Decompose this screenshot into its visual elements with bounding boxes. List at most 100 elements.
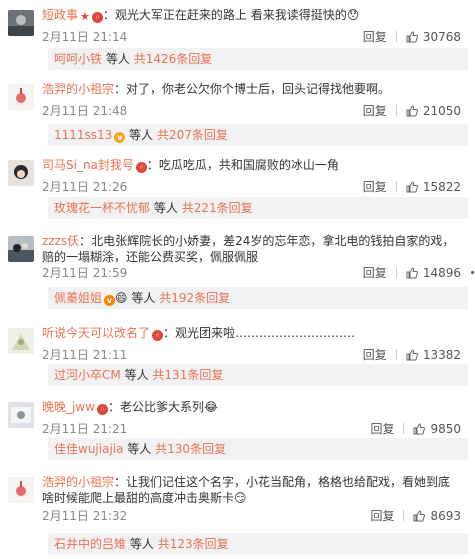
divider — [395, 105, 397, 116]
comment-username[interactable]: 司马Si_na封我号 — [42, 158, 134, 172]
avatar[interactable] — [8, 236, 34, 262]
comment-text: ：观光团来啦………………………… — [163, 326, 356, 340]
emoji-icon: 😄 — [115, 291, 128, 305]
like-button[interactable]: 13382 — [406, 348, 461, 362]
reply-button[interactable]: 回复 — [370, 509, 394, 523]
sub-reply-summary[interactable]: 1111ss13 v 等人 共207条回复 — [48, 124, 468, 146]
like-count: 15822 — [422, 180, 461, 194]
reply-total-link[interactable]: 共131条回复 — [152, 368, 223, 382]
like-button[interactable]: 8693 — [413, 509, 461, 523]
reply-button[interactable]: 回复 — [363, 30, 387, 44]
sub-reply-summary[interactable]: 过河小卒CM 等人 共131条回复 — [48, 364, 468, 386]
reply-etc-label: 等人 — [129, 537, 154, 551]
comment-item: 听说今天可以改名了 ◦ ：观光团来啦………………………… 2月11日 21:11 回… — [0, 318, 475, 390]
like-button[interactable]: 9850 — [413, 422, 461, 436]
comment-date: 2月11日 21:11 — [42, 348, 128, 362]
comment-item: 短政事 ★ ◦ ：观光大军正在赶来的路上 看来我读得挺快的😯 2月11日 21:14 … — [0, 0, 475, 72]
comment-text-continued: 啥时候能爬上最甜的高度冲击奥斯卡 — [42, 491, 235, 505]
avatar[interactable] — [8, 402, 34, 428]
avatar[interactable] — [8, 10, 34, 36]
comment-text: ：老公比爹大系列 — [107, 400, 204, 414]
avatar[interactable] — [8, 160, 34, 186]
reply-username[interactable]: 玫瑰花一杯不忧郁 — [54, 201, 150, 215]
thumbs-up-icon — [406, 267, 418, 279]
reply-total-link[interactable]: 共221条回复 — [182, 201, 253, 215]
reply-etc-label: 等人 — [127, 442, 152, 456]
avatar[interactable] — [8, 328, 34, 354]
reply-username[interactable]: 1111ss13 — [54, 128, 112, 142]
reply-total-link[interactable]: 共123条回复 — [158, 537, 229, 551]
like-button[interactable]: 30768 — [406, 30, 461, 44]
reply-button[interactable]: 回复 — [370, 422, 394, 436]
comment-item: 浩羿的小祖宗：让我们记住这个名字，小花当配角，格格也给配戏，看她到底 啥时候能爬… — [0, 467, 475, 559]
reply-total-link[interactable]: 共192条回复 — [159, 291, 230, 305]
divider — [403, 510, 405, 521]
like-count: 30768 — [422, 30, 461, 44]
reply-button[interactable]: 回复 — [363, 104, 387, 118]
comment-item: 晚晚_jww ◦ ：老公比爹大系列😂 2月11日 21:21 回复 9850 佳佳wu… — [0, 392, 475, 464]
comment-username[interactable]: zzzs仸 — [42, 234, 79, 248]
comment-date: 2月11日 21:48 — [42, 104, 128, 118]
reply-total-link[interactable]: 共1426条回复 — [134, 52, 213, 66]
comment-actions: 回复 9850 — [370, 421, 461, 437]
reply-button[interactable]: 回复 — [363, 180, 387, 194]
comment-actions: 回复 8693 — [370, 508, 461, 524]
reply-etc-label: 等人 — [153, 201, 178, 215]
reply-username[interactable]: 过河小卒CM — [54, 368, 121, 382]
thumbs-up-icon — [406, 181, 418, 193]
reply-username[interactable]: 佳佳wujiajia — [54, 442, 123, 456]
reply-total-link[interactable]: 共130条回复 — [155, 442, 226, 456]
divider — [395, 349, 397, 360]
sub-reply-summary[interactable]: 呵呵小铁 等人 共1426条回复 — [48, 48, 468, 70]
reply-button[interactable]: 回复 — [363, 266, 387, 280]
comment-item: zzzs仸：北电张辉院长的小娇妻，差24岁的忘年恋，拿北电的钱拍自家的戏， 赔的… — [0, 226, 475, 316]
like-button[interactable]: 14896 — [406, 266, 461, 280]
like-count: 9850 — [430, 422, 461, 436]
star-badge-icon: ★ — [80, 10, 90, 23]
comment-username[interactable]: 浩羿的小祖宗 — [42, 475, 114, 489]
sub-reply-summary[interactable]: 石井中的吕雉 等人 共123条回复 — [48, 533, 468, 555]
comment-username[interactable]: 浩羿的小祖宗 — [42, 82, 114, 96]
reply-username[interactable]: 石井中的吕雉 — [54, 537, 126, 551]
comment-username[interactable]: 短政事 — [42, 8, 78, 22]
divider — [395, 31, 397, 42]
emoji-icon: 😂 — [203, 400, 219, 414]
thumbs-up-icon — [406, 349, 418, 361]
weibo-badge-icon: ◦ — [91, 12, 103, 23]
comment-username[interactable]: 晚晚_jww — [42, 400, 95, 414]
like-button[interactable]: 21050 — [406, 104, 461, 118]
reply-total-link[interactable]: 共207条回复 — [157, 128, 228, 142]
reply-etc-label: 等人 — [124, 368, 149, 382]
reply-username[interactable]: 佩蓁姐姐 — [54, 291, 102, 305]
like-count: 21050 — [422, 104, 461, 118]
comment-username[interactable]: 听说今天可以改名了 — [42, 326, 150, 340]
reply-etc-label: 等人 — [131, 291, 156, 305]
reply-etc-label: 等人 — [129, 128, 154, 142]
like-button[interactable]: 15822 — [406, 180, 461, 194]
divider — [395, 181, 397, 192]
like-count: 14896 — [422, 266, 461, 280]
comment-date: 2月11日 21:14 — [42, 30, 128, 44]
thumbs-up-icon — [413, 423, 426, 435]
like-count: 8693 — [430, 509, 461, 523]
vip-badge-icon: v — [104, 295, 116, 306]
weibo-badge-icon: ◦ — [135, 162, 147, 173]
comment-text: ：吃瓜吃瓜，共和国腐败的冰山一角 — [146, 158, 339, 172]
sub-reply-summary[interactable]: 佳佳wujiajia 等人 共130条回复 — [48, 438, 468, 460]
avatar[interactable] — [8, 477, 34, 503]
comment-actions: 回复 14896 — [363, 265, 461, 281]
reply-username[interactable]: 呵呵小铁 — [54, 52, 102, 66]
reply-button[interactable]: 回复 — [363, 348, 387, 362]
thumbs-up-icon — [406, 105, 418, 117]
comment-text: ：北电张辉院长的小娇妻，差24岁的忘年恋，拿北电的钱拍自家的戏， — [79, 234, 455, 248]
vip-badge-icon: v — [114, 132, 126, 143]
comment-actions: 回复 30768 — [363, 29, 461, 45]
sub-reply-summary[interactable]: 佩蓁姐姐 v 😄 等人 共192条回复 — [48, 287, 468, 309]
sub-reply-summary[interactable]: 玫瑰花一杯不忧郁 等人 共221条回复 — [48, 197, 468, 219]
comment-text-continued: 赔的一塌糊涂，还能公费买奖，佩服佩服 — [42, 250, 259, 264]
comment-item: 浩羿的小祖宗：对了，你老公欠你个博士后，回头记得找他要啊。 2月11日 21:4… — [0, 74, 475, 146]
comment-text: ：对了，你老公欠你个博士后，回头记得找他要啊。 — [114, 82, 391, 96]
avatar[interactable] — [8, 84, 34, 110]
scroll-indicator[interactable] — [471, 271, 474, 274]
comment-text: ：让我们记住这个名字，小花当配角，格格也给配戏，看她到底 — [114, 475, 451, 489]
